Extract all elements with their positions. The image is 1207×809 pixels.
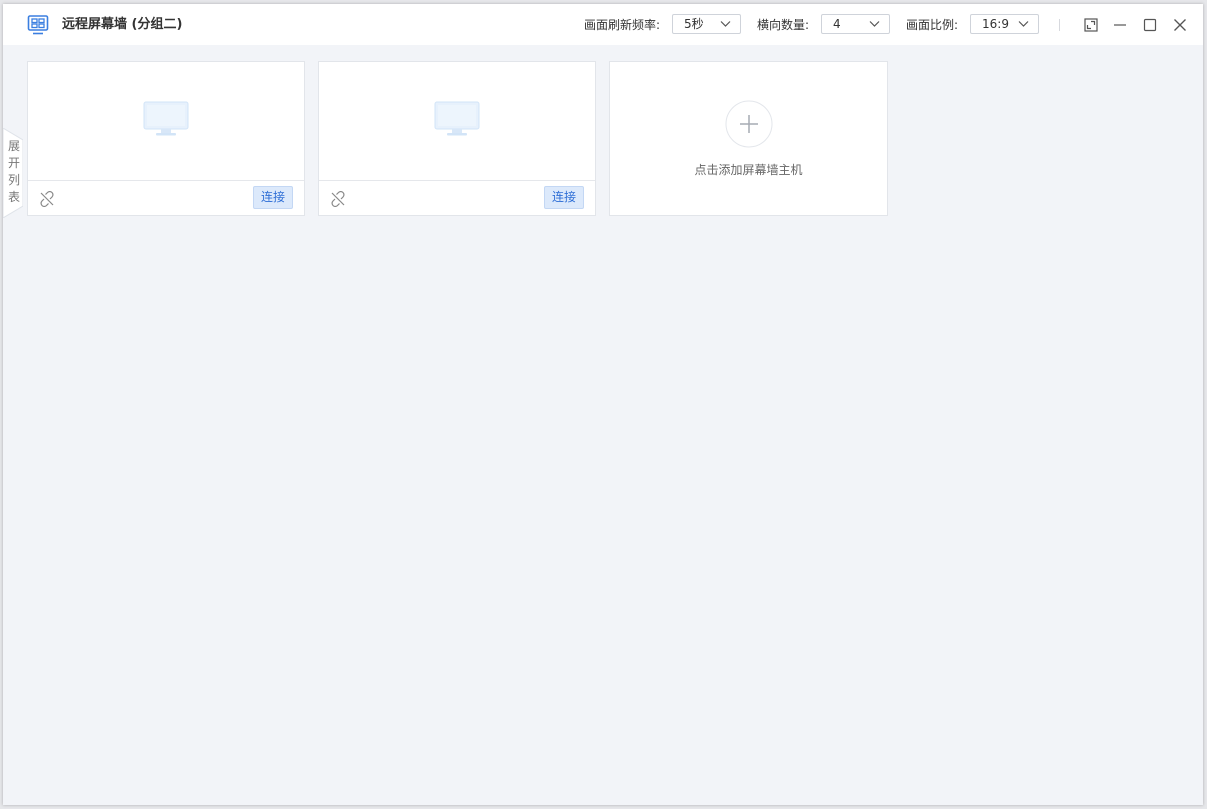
columns-value: 4	[833, 17, 841, 31]
chevron-down-icon	[720, 21, 731, 27]
screen-wall-window: 远程屏幕墙 (分组二) 画面刷新频率: 5秒 横向数量: 4 画面比例: 16:…	[3, 4, 1203, 805]
aspect-ratio-select[interactable]: 16:9	[970, 14, 1039, 34]
plus-icon	[725, 100, 773, 148]
maximize-icon	[1143, 18, 1157, 32]
aspect-ratio-label: 画面比例:	[906, 18, 959, 32]
chevron-down-icon	[1018, 21, 1029, 27]
screen-card[interactable]: 连接	[318, 61, 596, 216]
card-footer: 连接	[319, 180, 595, 216]
refresh-rate-label: 画面刷新频率:	[584, 18, 661, 32]
link-broken-icon	[331, 191, 345, 207]
title-bar[interactable]: 远程屏幕墙 (分组二) 画面刷新频率: 5秒 横向数量: 4 画面比例: 16:…	[3, 4, 1203, 45]
expand-list-tab[interactable]: 展开列表	[3, 128, 23, 218]
minimize-icon	[1114, 24, 1126, 26]
fullscreen-button[interactable]	[1083, 17, 1099, 33]
add-host-label: 点击添加屏幕墙主机	[694, 163, 803, 177]
fullscreen-icon	[1084, 18, 1098, 32]
screen-preview[interactable]	[28, 62, 304, 180]
connect-button[interactable]: 连接	[253, 186, 293, 209]
columns-label: 横向数量:	[757, 18, 810, 32]
divider	[1059, 19, 1060, 31]
expand-list-label: 展开列表	[8, 139, 21, 204]
link-broken-icon	[40, 191, 54, 207]
window-title: 远程屏幕墙 (分组二)	[62, 17, 183, 32]
close-icon	[1174, 19, 1186, 31]
refresh-rate-select[interactable]: 5秒	[672, 14, 741, 34]
screen-card[interactable]: 连接	[27, 61, 305, 216]
screen-preview[interactable]	[319, 62, 595, 180]
refresh-rate-value: 5秒	[684, 17, 704, 31]
columns-select[interactable]: 4	[821, 14, 890, 34]
chevron-down-icon	[869, 21, 880, 27]
monitor-icon	[143, 101, 189, 136]
monitor-icon	[434, 101, 480, 136]
screen-wall-icon	[27, 15, 49, 35]
card-footer: 连接	[28, 180, 304, 216]
aspect-ratio-value: 16:9	[982, 17, 1009, 31]
connect-button[interactable]: 连接	[544, 186, 584, 209]
add-host-card[interactable]: 点击添加屏幕墙主机	[609, 61, 888, 216]
maximize-button[interactable]	[1142, 17, 1158, 33]
minimize-button[interactable]	[1112, 17, 1128, 33]
close-button[interactable]	[1172, 17, 1188, 33]
